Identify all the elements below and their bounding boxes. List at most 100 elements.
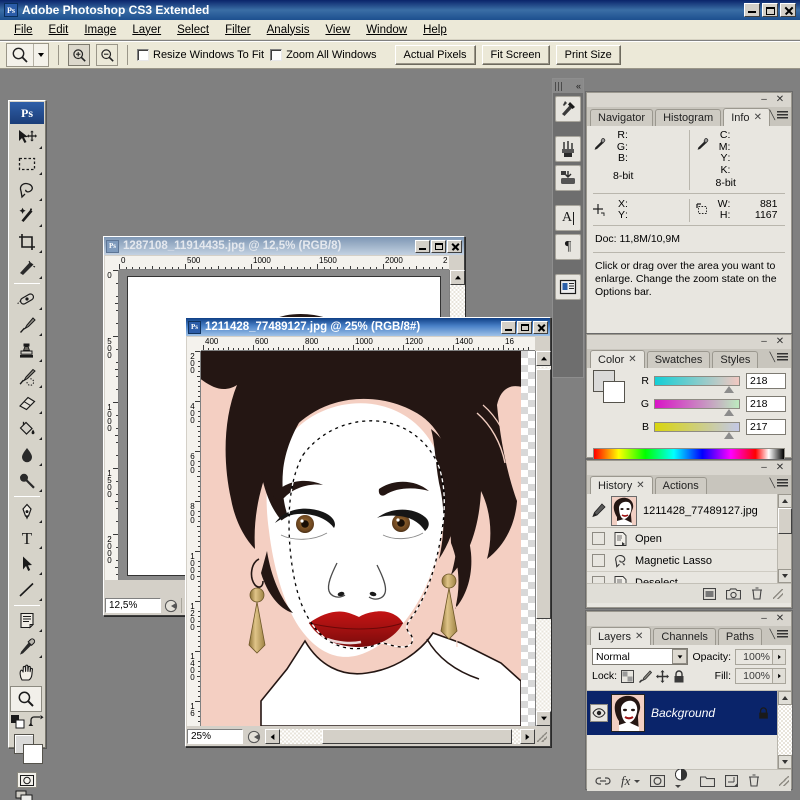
default-colors-icon[interactable] <box>10 714 26 730</box>
resize-grip[interactable] <box>773 588 783 599</box>
zoom-tool[interactable] <box>10 686 42 712</box>
history-brush-source-toggle[interactable] <box>587 528 609 550</box>
scroll-track[interactable] <box>778 705 792 755</box>
scroll-right-button[interactable] <box>520 729 535 744</box>
blue-value-field[interactable]: 217 <box>746 419 786 435</box>
close-icon[interactable]: ✕ <box>775 463 785 473</box>
document-info-popup-icon[interactable] <box>161 598 181 613</box>
minimize-icon[interactable]: – <box>759 337 769 347</box>
drag-grip-icon[interactable] <box>555 81 563 91</box>
menu-item-file[interactable]: File <box>6 22 41 38</box>
close-icon[interactable] <box>780 3 796 17</box>
layer-row-background[interactable]: Background <box>587 691 777 735</box>
layer-name[interactable]: Background <box>651 706 758 720</box>
paint-bucket-tool[interactable] <box>10 416 44 442</box>
history-brush-source-toggle[interactable] <box>587 572 609 583</box>
document-title-bar[interactable]: Ps 1211428_77489127.jpg @ 25% (RGB/8#) <box>186 318 550 336</box>
panel-menu-button[interactable]: ╲ <box>770 629 788 640</box>
scroll-down-button[interactable] <box>536 711 551 726</box>
menu-item-select[interactable]: Select <box>169 22 217 38</box>
close-tab-icon[interactable]: ✕ <box>636 480 644 491</box>
tab-swatches[interactable]: Swatches <box>646 351 711 368</box>
menu-item-analysis[interactable]: Analysis <box>259 22 318 38</box>
dodge-tool[interactable] <box>10 468 44 494</box>
minimize-icon[interactable]: – <box>759 614 769 624</box>
panel-menu-button[interactable]: ╲ <box>770 110 788 121</box>
panel-menu-icon[interactable] <box>777 630 788 639</box>
panel-title-bar[interactable]: – ✕ <box>587 612 791 626</box>
eye-icon[interactable] <box>590 704 608 722</box>
history-state-deselect[interactable]: Deselect <box>587 572 777 583</box>
healing-brush-tool[interactable] <box>10 286 44 312</box>
scroll-down-button[interactable] <box>778 569 792 583</box>
close-icon[interactable]: ✕ <box>775 95 785 105</box>
new-layer-icon[interactable] <box>725 774 739 787</box>
maximize-icon[interactable] <box>762 3 778 17</box>
paragraph-icon[interactable]: ¶ <box>555 234 581 260</box>
link-layers-icon[interactable] <box>595 776 611 786</box>
red-slider[interactable] <box>654 376 740 393</box>
close-icon[interactable] <box>447 239 462 253</box>
scroll-left-button[interactable] <box>265 729 280 744</box>
slider-thumb[interactable] <box>723 386 734 393</box>
background-color-swatch[interactable] <box>23 744 43 764</box>
layer-style-fx-icon[interactable]: fx <box>621 773 641 789</box>
tab-styles[interactable]: Styles <box>712 351 759 368</box>
fill-value[interactable]: 100% <box>735 668 773 684</box>
lock-image-pixels-icon[interactable] <box>638 669 653 683</box>
character-icon[interactable]: A <box>555 205 581 231</box>
scroll-up-button[interactable] <box>450 270 465 285</box>
notes-tool[interactable] <box>10 608 44 634</box>
close-tab-icon[interactable]: ✕ <box>628 354 636 365</box>
lock-position-icon[interactable] <box>656 669 670 683</box>
pen-tool[interactable] <box>10 499 44 525</box>
screen-mode-icon[interactable] <box>15 790 35 800</box>
minimize-icon[interactable] <box>501 320 516 334</box>
actual-pixels-button[interactable]: Actual Pixels <box>394 45 476 65</box>
history-state-open[interactable]: Open <box>587 528 777 550</box>
new-document-from-state-icon[interactable] <box>703 587 716 600</box>
current-tool-preset-picker[interactable] <box>6 43 49 67</box>
tab-actions[interactable]: Actions <box>654 477 707 494</box>
tab-navigator[interactable]: Navigator <box>590 109 654 126</box>
tab-color[interactable]: Color ✕ <box>590 350 645 368</box>
blur-tool[interactable] <box>10 442 44 468</box>
minimize-icon[interactable]: – <box>759 95 769 105</box>
dock-header[interactable]: « <box>553 79 583 93</box>
chevron-down-icon[interactable] <box>672 649 688 664</box>
history-brush-tool[interactable] <box>10 364 44 390</box>
ruler-origin[interactable] <box>187 337 201 351</box>
close-icon[interactable]: ✕ <box>775 614 785 624</box>
minimize-icon[interactable] <box>415 239 430 253</box>
background-color-swatch[interactable] <box>603 381 625 403</box>
brush-tool[interactable] <box>10 312 44 338</box>
green-slider[interactable] <box>654 399 740 416</box>
new-fill-adjustment-layer-icon[interactable] <box>675 768 690 793</box>
menu-item-edit[interactable]: Edit <box>41 22 77 38</box>
delete-state-icon[interactable] <box>751 587 763 600</box>
maximize-icon[interactable] <box>431 239 446 253</box>
scroll-thumb[interactable] <box>536 369 551 619</box>
print-size-button[interactable]: Print Size <box>555 45 621 65</box>
eraser-tool[interactable] <box>10 390 44 416</box>
layer-visibility-toggle[interactable] <box>587 704 611 722</box>
blend-mode-select[interactable]: Normal <box>592 648 689 665</box>
slice-tool[interactable] <box>10 255 44 281</box>
close-tab-icon[interactable]: ✕ <box>754 112 762 123</box>
magic-wand-tool[interactable] <box>10 203 44 229</box>
panel-title-bar[interactable]: – ✕ <box>587 461 791 475</box>
history-state-magnetic-lasso[interactable]: Magnetic Lasso <box>587 550 777 572</box>
zoom-level-field[interactable]: 25% <box>187 729 243 744</box>
layers-scrollbar[interactable] <box>777 691 792 769</box>
panel-menu-button[interactable]: ╲ <box>770 478 788 489</box>
opacity-slider-arrow-icon[interactable] <box>773 648 786 665</box>
type-tool[interactable]: T <box>10 525 44 551</box>
layer-thumbnail[interactable] <box>611 694 645 732</box>
scroll-up-button[interactable] <box>536 351 551 366</box>
document-info-popup-icon[interactable] <box>243 729 265 744</box>
scroll-track[interactable] <box>280 729 520 744</box>
clone-stamp-tool[interactable] <box>10 338 44 364</box>
red-value-field[interactable]: 218 <box>746 373 786 389</box>
document-title-bar[interactable]: Ps 1287108_11914435.jpg @ 12,5% (RGB/8) <box>104 237 464 255</box>
lasso-tool[interactable] <box>10 177 44 203</box>
